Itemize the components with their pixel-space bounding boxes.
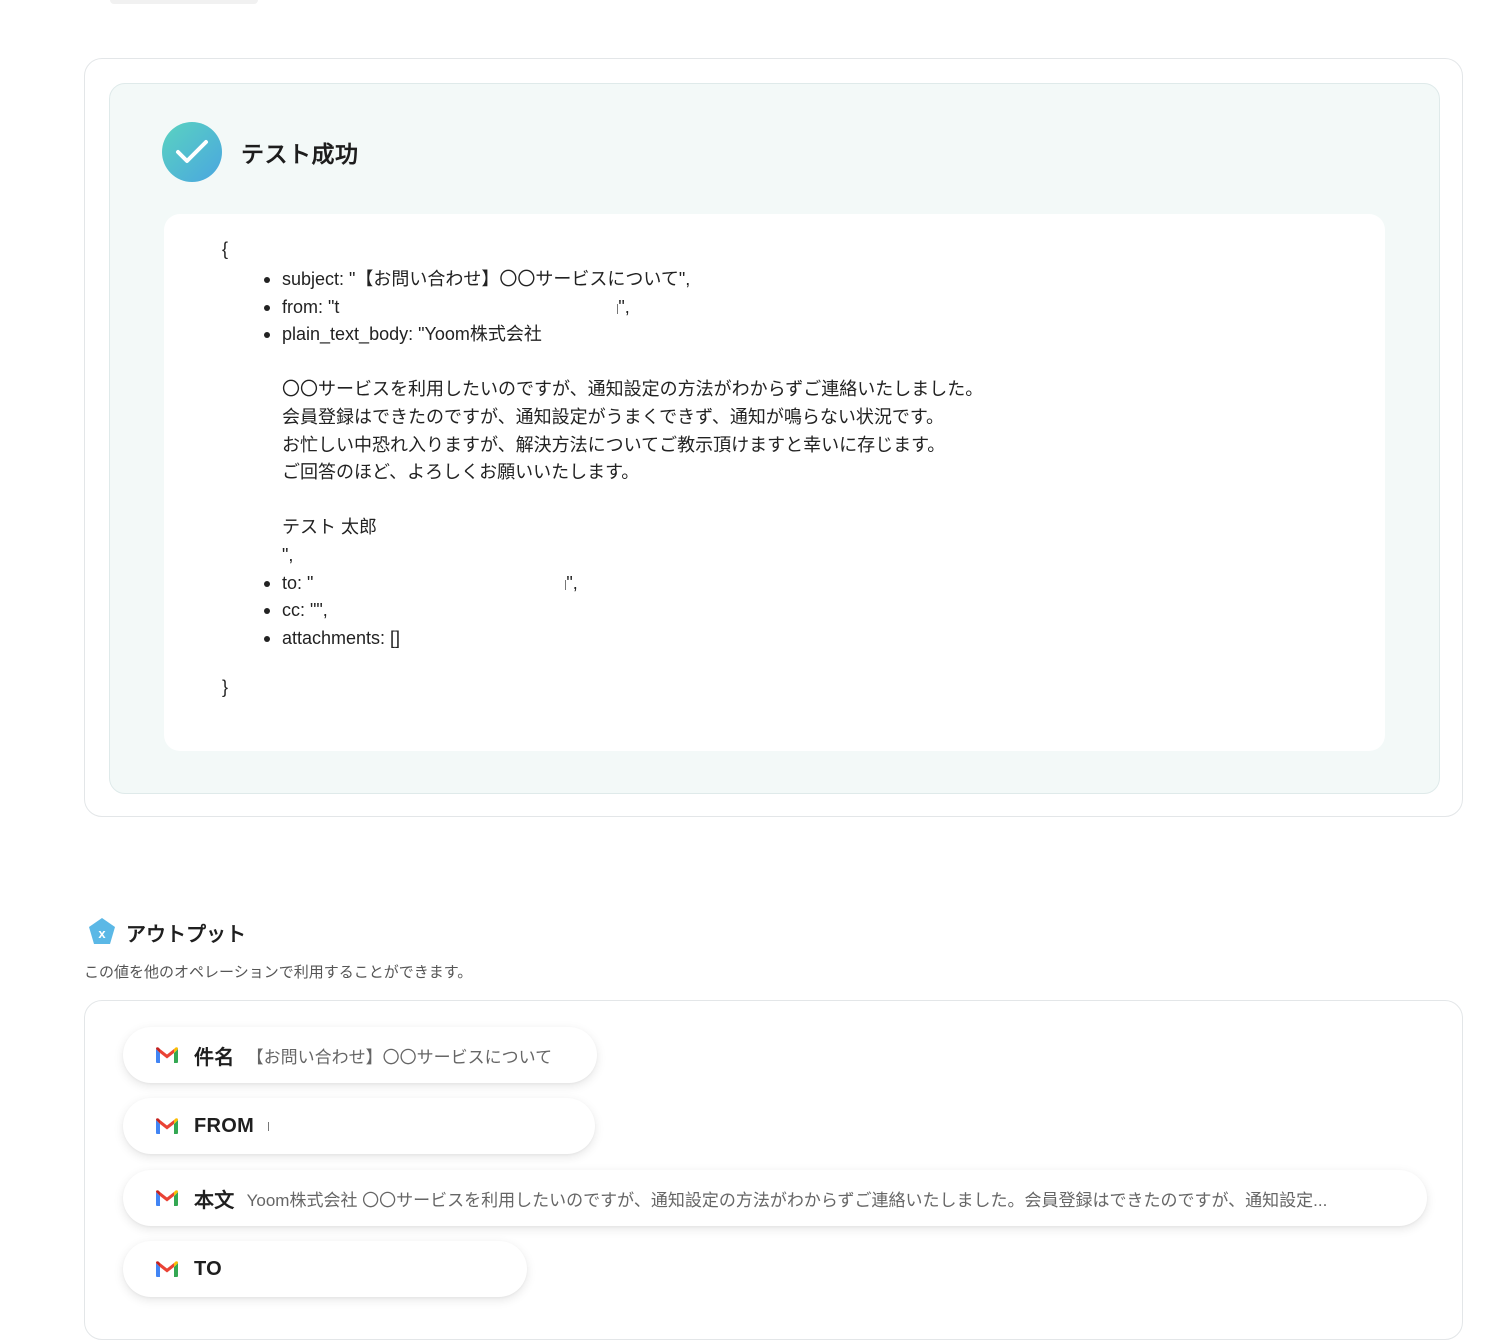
json-open-brace: { (222, 239, 229, 259)
json-field-to: to: " ", (263, 570, 983, 598)
variable-x-icon: x (89, 918, 115, 944)
previous-section-edge (110, 0, 258, 4)
output-header: x アウトプット (86, 916, 246, 948)
json-body-line: テスト 太郎 (282, 517, 378, 538)
success-check-icon (162, 122, 222, 182)
output-description: この値を他のオペレーションで利用することができます。 (84, 964, 473, 981)
output-item-value: Yoom株式会社 〇〇サービスを利用したいのですが、通知設定の方法がわからずご連… (246, 1190, 1328, 1210)
redaction-mark (268, 1121, 270, 1131)
json-field-subject: subject: "【お問い合わせ】〇〇サービスについて", (263, 266, 983, 294)
output-item-label: 件名 (194, 1046, 235, 1069)
output-item-label: 本文 (194, 1189, 235, 1212)
svg-text:x: x (98, 926, 106, 941)
output-list-card: 件名 【お問い合わせ】〇〇サービスについて FROM 本文 Yoom株式会社 〇… (84, 1000, 1463, 1340)
json-field-attachments: attachments: [] (263, 625, 983, 653)
json-to-prefix: to: " (282, 572, 314, 593)
test-result-panel: テスト成功 { subject: "【お問い合わせ】〇〇サービスについて", f… (109, 83, 1440, 794)
output-item-value: 【お問い合わせ】〇〇サービスについて (246, 1047, 553, 1067)
json-body-line: 会員登録はできたのですが、通知設定がうまくできず、通知が鳴らない状況です。 (282, 406, 945, 427)
json-body-line (282, 487, 983, 515)
gmail-icon (156, 1118, 178, 1134)
gmail-icon (156, 1190, 178, 1206)
output-item-subject[interactable]: 件名 【お問い合わせ】〇〇サービスについて (123, 1027, 597, 1083)
json-from-prefix: from: "t (282, 296, 340, 317)
json-field-body: plain_text_body: "Yoom株式会社 (263, 321, 983, 349)
json-field-cc: cc: "", (263, 597, 983, 625)
json-body-line: お忙しい中恐れ入りますが、解決方法についてご教示頂けますと幸いに存じます。 (282, 434, 946, 455)
json-output-box: { subject: "【お問い合わせ】〇〇サービスについて", from: "… (164, 214, 1385, 751)
json-field-list: subject: "【お問い合わせ】〇〇サービスについて", from: "t "… (263, 266, 984, 653)
json-body-line (282, 349, 983, 377)
output-title: アウトプット (126, 923, 246, 946)
test-status-row: テスト成功 (162, 121, 359, 183)
json-to-suffix: ", (566, 572, 578, 593)
output-item-from[interactable]: FROM (123, 1098, 595, 1154)
json-field-from: from: "t ", (263, 294, 983, 322)
json-close-brace: } (222, 677, 229, 697)
json-body-line: 〇〇サービスを利用したいのですが、通知設定の方法がわからずご連絡いたしました。 (282, 379, 984, 400)
json-body-line: ", (282, 544, 294, 565)
json-body-line: ご回答のほど、よろしくお願いいたします。 (282, 462, 640, 483)
output-item-body[interactable]: 本文 Yoom株式会社 〇〇サービスを利用したいのですが、通知設定の方法がわから… (123, 1170, 1427, 1226)
json-from-suffix: ", (618, 296, 630, 317)
output-item-label: FROM (194, 1114, 255, 1137)
gmail-icon (156, 1047, 178, 1063)
test-result-card: テスト成功 { subject: "【お問い合わせ】〇〇サービスについて", f… (84, 58, 1463, 817)
output-item-to[interactable]: TO (123, 1241, 527, 1297)
gmail-icon (156, 1261, 178, 1277)
test-status-title: テスト成功 (241, 141, 359, 167)
output-item-label: TO (194, 1257, 223, 1280)
